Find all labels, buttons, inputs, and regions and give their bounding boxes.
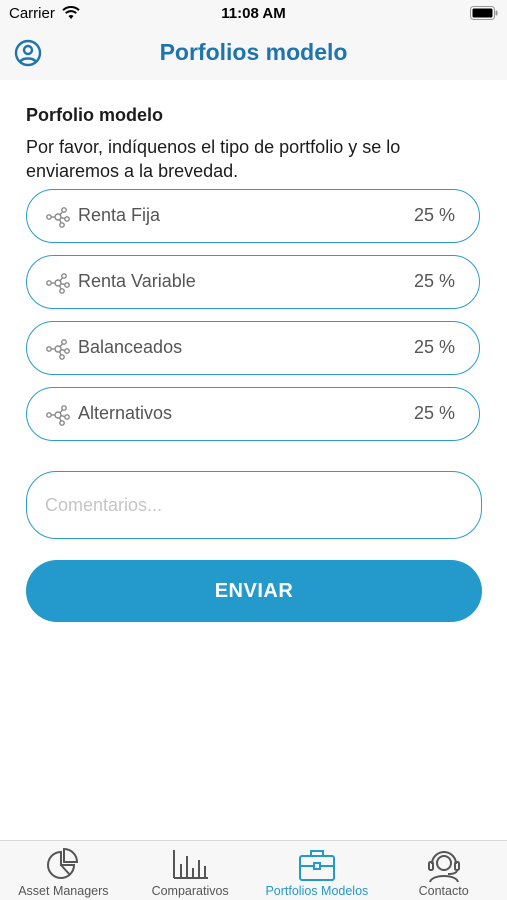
network-icon — [46, 207, 70, 228]
tab-label: Portfolios Modelos — [265, 884, 369, 898]
briefcase-icon — [298, 850, 335, 881]
tab-label: Asset Managers — [18, 884, 109, 898]
row-label: Alternativos — [78, 403, 173, 423]
tab-label: Comparativos — [151, 884, 229, 898]
portfolio-row-balanceados[interactable]: Balanceados 25 % — [26, 321, 480, 375]
navigation-bar: Porfolios modelo — [0, 28, 507, 80]
row-percentage: 25 % — [413, 205, 455, 225]
row-percentage: 25 % — [413, 337, 455, 357]
network-icon — [46, 339, 70, 360]
row-label: Renta Variable — [78, 271, 196, 291]
screen: Carrier 11:08 AM Porfolios modelo Porfol… — [0, 0, 507, 900]
portfolio-row-alternativos[interactable]: Alternativos 25 % — [26, 387, 480, 441]
row-label: Renta Fija — [78, 205, 161, 225]
pie-chart-icon — [47, 847, 79, 879]
tab-contacto[interactable]: Contacto — [380, 841, 507, 900]
comments-input[interactable] — [26, 471, 482, 539]
send-button[interactable]: ENVIAR — [26, 560, 482, 622]
clock: 11:08 AM — [221, 5, 286, 22]
status-bar: Carrier 11:08 AM — [0, 0, 507, 28]
section-heading: Porfolio modelo — [26, 105, 163, 125]
network-icon — [46, 405, 70, 426]
tab-portfolios-modelos[interactable]: Portfolios Modelos — [254, 841, 381, 900]
top-bar: Carrier 11:08 AM Porfolios modelo — [0, 0, 507, 80]
tab-label: Contacto — [418, 884, 469, 898]
portfolio-row-renta-variable[interactable]: Renta Variable 25 % — [26, 255, 480, 309]
portfolio-row-renta-fija[interactable]: Renta Fija 25 % — [26, 189, 480, 243]
row-label: Balanceados — [78, 337, 183, 357]
tab-bar: Asset Managers Comparativos Portfolios M… — [0, 840, 507, 900]
tab-comparativos[interactable]: Comparativos — [127, 841, 254, 900]
battery-icon — [470, 6, 498, 20]
network-icon — [46, 273, 70, 294]
row-percentage: 25 % — [413, 271, 455, 291]
page-title: Porfolios modelo — [159, 39, 348, 65]
bar-chart-icon — [173, 850, 209, 879]
tab-asset-managers[interactable]: Asset Managers — [0, 841, 127, 900]
row-percentage: 25 % — [413, 403, 455, 423]
section-description: Por favor, indíquenos el tipo de portfol… — [26, 137, 401, 181]
support-agent-icon — [427, 851, 460, 883]
